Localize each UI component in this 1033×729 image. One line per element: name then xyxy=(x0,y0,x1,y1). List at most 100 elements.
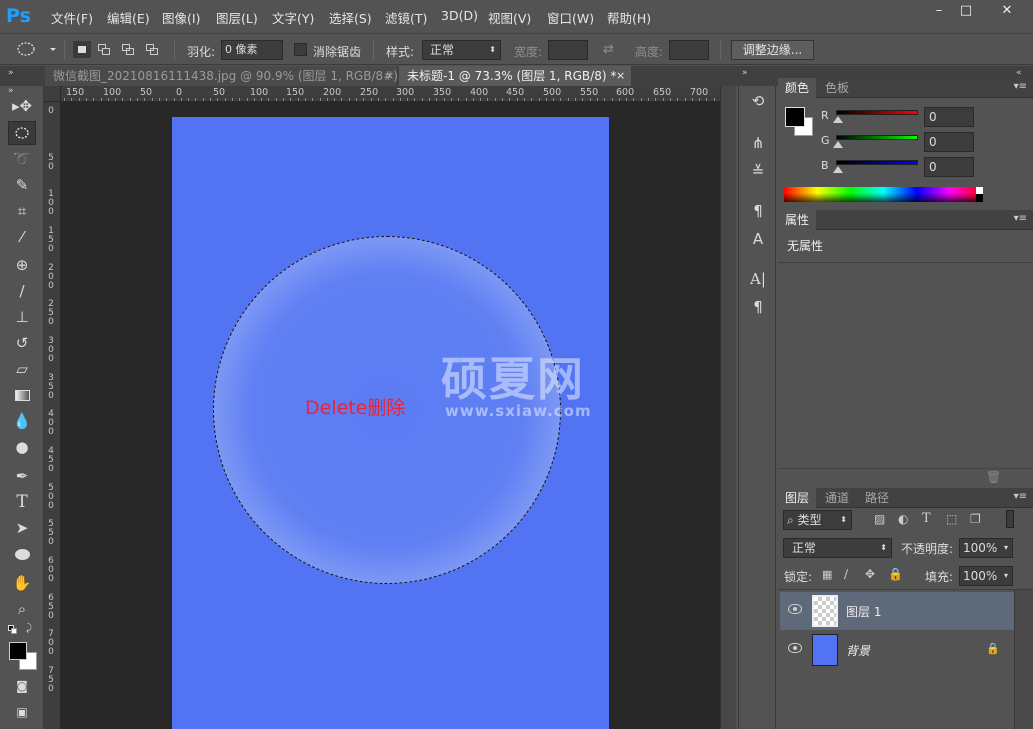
pixel-filter-icon[interactable]: ▨ xyxy=(874,512,885,526)
lasso-tool-icon[interactable]: ➰ xyxy=(8,147,36,171)
blue-value-input[interactable]: 0 xyxy=(924,157,974,177)
dodge-tool-icon[interactable]: ● xyxy=(8,435,36,459)
smart-object-filter-icon[interactable]: ❐ xyxy=(970,512,981,526)
tab-close-icon[interactable]: × xyxy=(385,69,394,82)
collapse-arrow-icon[interactable]: » xyxy=(742,68,748,78)
menu-edit[interactable]: 编辑(E) xyxy=(107,8,150,27)
canvas-vertical-scrollbar[interactable] xyxy=(720,86,736,729)
panel-menu-icon[interactable]: ▾≡ xyxy=(1014,491,1027,502)
lock-move-icon[interactable]: ✥ xyxy=(865,567,875,581)
adjustment-filter-icon[interactable]: ◐ xyxy=(898,512,908,526)
vertical-ruler[interactable]: 0 5 0 1 0 0 1 5 0 2 0 0 2 5 0 3 0 0 3 5 … xyxy=(44,102,61,729)
type-tool-icon[interactable]: T xyxy=(8,490,36,514)
menu-type[interactable]: 文字(Y) xyxy=(272,8,314,27)
brush-settings-icon[interactable]: ≚ xyxy=(746,160,770,182)
hand-tool-icon[interactable]: ✋ xyxy=(8,571,36,595)
tab-layers[interactable]: 图层 xyxy=(778,488,817,508)
red-slider-thumb[interactable] xyxy=(833,116,843,123)
tab-paths[interactable]: 路径 xyxy=(858,488,896,508)
menu-filter[interactable]: 滤镜(T) xyxy=(385,8,427,27)
swap-colors-icon[interactable]: ⤸ xyxy=(26,623,32,634)
feather-input[interactable]: 0 像素 xyxy=(221,40,283,60)
style-select[interactable]: 正常 ⬍ xyxy=(422,40,501,60)
white-swatch[interactable] xyxy=(976,187,983,194)
filter-toggle[interactable] xyxy=(1006,510,1014,528)
blend-mode-select[interactable]: 正常 ⬍ xyxy=(783,538,892,558)
new-selection-button[interactable] xyxy=(73,41,91,58)
character-icon[interactable]: A| xyxy=(746,268,770,290)
blue-slider[interactable] xyxy=(836,160,918,165)
eyedropper-tool-icon[interactable]: ⁄ xyxy=(8,225,36,249)
panel-menu-icon[interactable]: ▾≡ xyxy=(1014,213,1027,224)
tab-document-1[interactable]: 微信截图_20210816111438.jpg @ 90.9% (图层 1, R… xyxy=(45,66,408,86)
eraser-tool-icon[interactable]: ▱ xyxy=(8,357,36,381)
blur-tool-icon[interactable]: 💧 xyxy=(8,409,36,433)
black-swatch[interactable] xyxy=(976,194,983,202)
move-tool-icon[interactable]: ▸✥ xyxy=(8,94,36,118)
blue-slider-thumb[interactable] xyxy=(833,166,843,173)
tab-channels[interactable]: 通道 xyxy=(818,488,856,508)
layer-row[interactable]: 背景 🔒 xyxy=(780,631,1014,669)
document-canvas[interactable]: Delete删除 硕夏网 www.sxiaw.com xyxy=(172,117,609,729)
layer-filter-select[interactable]: ⌕ 类型 ⬍ xyxy=(783,510,852,530)
layer-row[interactable]: 图层 1 xyxy=(780,592,1014,630)
foreground-color-swatch[interactable] xyxy=(785,107,805,127)
opacity-input[interactable]: 100% ▾ xyxy=(959,538,1013,558)
lock-transparency-icon[interactable]: ▦ xyxy=(822,568,832,581)
tab-document-2[interactable]: 未标题-1 @ 73.3% (图层 1, RGB/8) * xyxy=(399,66,631,86)
path-select-tool-icon[interactable]: ➤ xyxy=(8,516,36,540)
add-selection-button[interactable] xyxy=(96,41,114,58)
menu-3d[interactable]: 3D(D) xyxy=(441,8,478,23)
canvas-workspace[interactable]: Delete删除 硕夏网 www.sxiaw.com xyxy=(61,102,720,729)
crop-tool-icon[interactable]: ⌗ xyxy=(8,199,36,223)
menu-layer[interactable]: 图层(L) xyxy=(216,8,258,27)
collapse-arrow-icon[interactable]: » xyxy=(8,68,14,78)
green-value-input[interactable]: 0 xyxy=(924,132,974,152)
default-colors-icon[interactable] xyxy=(8,625,17,634)
layer-name[interactable]: 图层 1 xyxy=(846,603,881,620)
quick-select-tool-icon[interactable]: ✎ xyxy=(8,173,36,197)
screen-mode-icon[interactable]: ▣ xyxy=(8,700,36,724)
type-filter-icon[interactable]: T xyxy=(922,511,931,526)
menu-window[interactable]: 窗口(W) xyxy=(547,8,594,27)
menu-help[interactable]: 帮助(H) xyxy=(607,8,651,27)
antialias-checkbox[interactable] xyxy=(294,43,307,56)
brush-tool-icon[interactable]: ∕ xyxy=(8,279,36,303)
green-slider[interactable] xyxy=(836,135,918,140)
red-slider[interactable] xyxy=(836,110,918,115)
clone-source-icon[interactable]: ¶ xyxy=(746,200,770,222)
menu-image[interactable]: 图像(I) xyxy=(162,8,200,27)
red-value-input[interactable]: 0 xyxy=(924,107,974,127)
character-styles-icon[interactable]: A xyxy=(746,228,770,250)
pen-tool-icon[interactable]: ✒ xyxy=(8,464,36,488)
lock-brush-icon[interactable]: ∕ xyxy=(844,567,848,581)
shape-filter-icon[interactable]: ⬚ xyxy=(946,512,957,526)
horizontal-ruler[interactable]: 150 100 50 0 50 100 150 200 250 300 350 … xyxy=(61,86,720,102)
quick-mask-icon[interactable]: ◙ xyxy=(8,674,36,698)
tool-preset-picker[interactable] xyxy=(8,39,58,59)
zoom-tool-icon[interactable]: ⌕ xyxy=(8,597,36,621)
collapse-arrow-icon[interactable]: « xyxy=(1016,68,1022,78)
gradient-tool-icon[interactable] xyxy=(8,383,36,407)
panel-menu-icon[interactable]: ▾≡ xyxy=(1014,81,1027,92)
trash-icon[interactable]: 🗑 xyxy=(986,470,1001,484)
layer-name[interactable]: 背景 xyxy=(846,642,870,659)
width-input[interactable] xyxy=(548,40,588,60)
subtract-selection-button[interactable] xyxy=(120,41,138,58)
swap-icon[interactable]: ⇄ xyxy=(603,42,614,57)
refine-edge-button[interactable]: 调整边缘... xyxy=(731,40,814,60)
healing-brush-tool-icon[interactable]: ⊕ xyxy=(8,253,36,277)
height-input[interactable] xyxy=(669,40,709,60)
layers-scrollbar[interactable] xyxy=(1014,590,1033,729)
fill-input[interactable]: 100% ▾ xyxy=(959,566,1013,586)
ellipse-shape-tool-icon[interactable] xyxy=(8,542,36,566)
lock-all-icon[interactable]: 🔒 xyxy=(888,567,903,581)
green-slider-thumb[interactable] xyxy=(833,141,843,148)
menu-file[interactable]: 文件(F) xyxy=(51,8,93,27)
visibility-eye-icon[interactable] xyxy=(788,643,802,653)
tab-close-icon[interactable]: × xyxy=(616,69,625,82)
tab-properties[interactable]: 属性 xyxy=(778,210,817,230)
intersect-selection-button[interactable] xyxy=(144,41,162,58)
history-icon[interactable]: ⟲ xyxy=(746,90,770,112)
tab-color[interactable]: 颜色 xyxy=(778,78,817,98)
